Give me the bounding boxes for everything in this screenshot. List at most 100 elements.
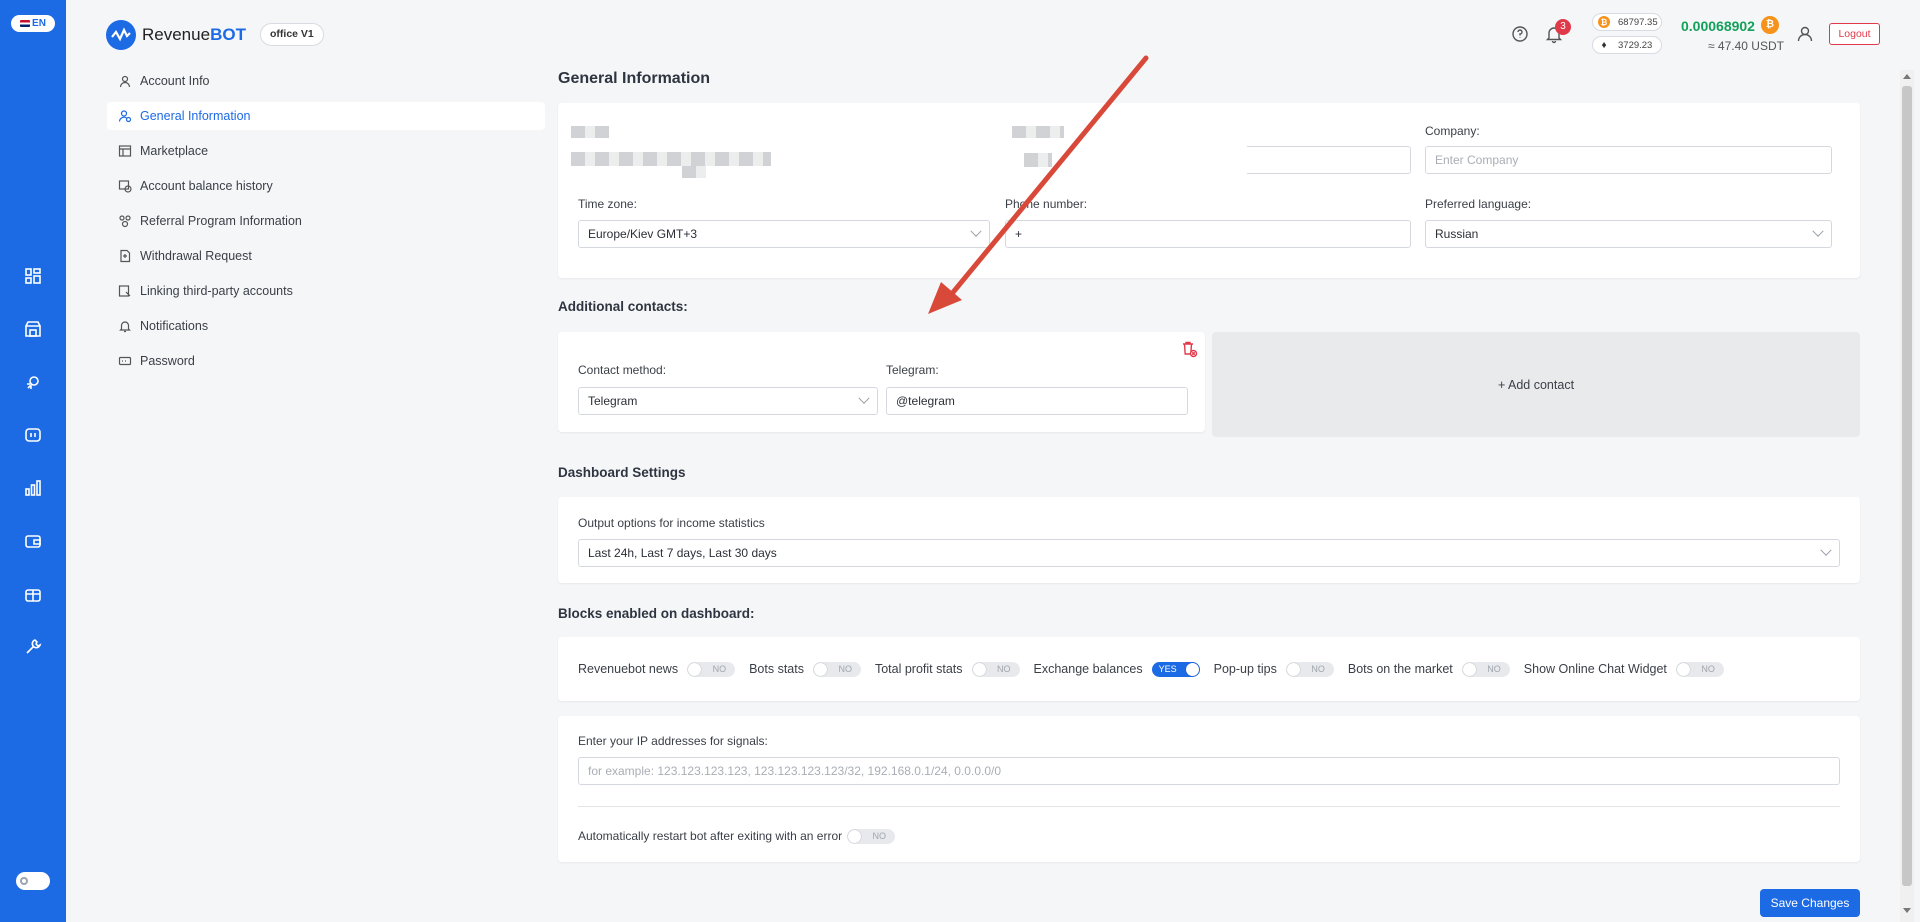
dashboard-settings-title: Dashboard Settings	[558, 465, 686, 480]
toggle-label-news: Revenuebot news	[578, 662, 679, 676]
left-rail: EN	[0, 0, 66, 922]
history-icon	[118, 180, 132, 193]
contact-method-label: Contact method:	[578, 363, 667, 377]
sun-icon	[20, 877, 28, 885]
toggle-auto-restart[interactable]: NO	[847, 829, 895, 844]
general-info-card: Company: Enter Company Time zone: Europe…	[558, 103, 1860, 278]
redacted-label	[1012, 126, 1064, 138]
btc-price-pill: ₿ 68797.35	[1592, 13, 1662, 31]
ethereum-icon: ♦	[1598, 39, 1610, 51]
terminal-icon[interactable]	[22, 424, 44, 446]
uk-flag-icon	[20, 20, 31, 27]
additional-contacts-title: Additional contacts:	[558, 299, 688, 314]
eth-price: 3729.23	[1618, 39, 1653, 51]
revenuebot-logo-icon	[106, 20, 136, 50]
brand-name: RevenueBOT	[142, 25, 246, 44]
redacted-value	[1024, 153, 1052, 167]
chevron-down-icon	[1812, 225, 1824, 237]
delete-contact-icon[interactable]	[1180, 340, 1198, 358]
dashboard-icon[interactable]	[22, 265, 44, 287]
store-icon[interactable]	[22, 318, 44, 340]
toggle-bots-market[interactable]: NO	[1461, 661, 1510, 677]
support-chat-icon[interactable]	[1510, 24, 1530, 44]
toggle-label-chat-widget: Show Online Chat Widget	[1523, 662, 1667, 676]
blocks-enabled-title: Blocks enabled on dashboard:	[558, 606, 755, 621]
page-title: General Information	[558, 70, 711, 87]
output-options-select[interactable]: Last 24h, Last 7 days, Last 30 days	[578, 539, 1840, 567]
scroll-up-arrow-icon[interactable]	[1903, 74, 1911, 79]
brand[interactable]: RevenueBOT	[106, 20, 246, 50]
toggle-total-profit[interactable]: NO	[971, 661, 1020, 677]
scroll-down-arrow-icon[interactable]	[1903, 908, 1911, 913]
referral-icon	[119, 215, 131, 228]
btc-balance-icon: ₿	[1761, 16, 1779, 34]
language-switcher[interactable]: EN	[11, 15, 55, 32]
chevron-down-icon	[970, 225, 982, 237]
office-version-badge[interactable]: office V1	[260, 23, 324, 46]
wallet-icon[interactable]	[22, 530, 44, 552]
redacted-field[interactable]	[1247, 146, 1411, 174]
company-input[interactable]: Enter Company	[1425, 146, 1832, 174]
chevron-down-icon	[858, 392, 870, 404]
wrench-icon[interactable]	[22, 636, 44, 658]
signals-card: Enter your IP addresses for signals: for…	[558, 716, 1860, 862]
balance-usdt: ≈ 47.40 USDT	[1708, 39, 1784, 53]
phone-label: Phone number:	[1005, 197, 1088, 211]
toggle-chat-widget[interactable]: NO	[1675, 661, 1724, 677]
withdrawal-icon	[120, 249, 131, 263]
menu-item-balance-history[interactable]: Account balance history	[107, 172, 545, 200]
redacted-label	[571, 126, 609, 138]
add-contact-button[interactable]: + Add contact	[1212, 332, 1860, 437]
toggle-news[interactable]: NO	[687, 661, 736, 677]
menu-item-general-information[interactable]: General Information	[107, 102, 545, 130]
menu-item-referral-program[interactable]: Referral Program Information	[107, 207, 545, 235]
user-settings-icon	[118, 110, 132, 123]
menu-item-marketplace[interactable]: Marketplace	[107, 137, 545, 165]
scrollbar-thumb[interactable]	[1902, 86, 1912, 886]
dashboard-block-toggles: Revenuebot news NO Bots stats NO Total p…	[578, 660, 1738, 678]
menu-item-password[interactable]: Password	[107, 347, 545, 375]
toggle-bots-stats[interactable]: NO	[812, 661, 861, 677]
language-select[interactable]: Russian	[1425, 220, 1832, 248]
toggle-label-total-profit: Total profit stats	[874, 662, 963, 676]
bots-icon[interactable]	[22, 371, 44, 393]
menu-item-account-info[interactable]: Account Info	[107, 67, 545, 95]
menu-item-notifications[interactable]: Notifications	[107, 312, 545, 340]
balance-btc: 0.00068902	[1681, 18, 1755, 34]
gift-icon[interactable]	[22, 583, 44, 605]
btc-price: 68797.35	[1618, 16, 1658, 28]
output-options-label: Output options for income statistics	[578, 516, 765, 530]
theme-toggle[interactable]	[16, 872, 50, 890]
bell-icon	[119, 321, 131, 333]
menu-item-linking-accounts[interactable]: Linking third-party accounts	[107, 277, 545, 305]
notification-count-badge: 3	[1555, 19, 1571, 35]
menu-item-withdrawal-request[interactable]: Withdrawal Request	[107, 242, 545, 270]
language-label: Preferred language:	[1425, 197, 1532, 211]
link-icon	[118, 285, 131, 297]
language-code: EN	[32, 18, 46, 29]
toggle-label-exchange-balances: Exchange balances	[1033, 662, 1143, 676]
redacted-value	[682, 166, 706, 178]
contact-method-select[interactable]: Telegram	[578, 387, 878, 415]
toggle-label-bots-market: Bots on the market	[1347, 662, 1453, 676]
toggle-label-bots-stats: Bots stats	[749, 662, 804, 676]
phone-input[interactable]: +	[1005, 220, 1411, 248]
eth-price-pill: ♦ 3729.23	[1592, 36, 1662, 54]
telegram-input[interactable]: @telegram	[886, 387, 1188, 415]
contact-card: Contact method: Telegram Telegram: @tele…	[558, 332, 1205, 432]
telegram-label: Telegram:	[886, 363, 939, 377]
redacted-value	[571, 152, 771, 166]
toggle-exchange-balances[interactable]: YES	[1151, 661, 1200, 677]
toggle-label-popup-tips: Pop-up tips	[1213, 662, 1277, 676]
toggle-popup-tips[interactable]: NO	[1285, 661, 1334, 677]
chevron-down-icon	[1820, 544, 1832, 556]
profile-icon[interactable]	[1795, 24, 1815, 44]
dashboard-settings-card: Output options for income statistics Las…	[558, 497, 1860, 583]
ip-addresses-input[interactable]: for example: 123.123.123.123, 123.123.12…	[578, 757, 1840, 785]
save-changes-button[interactable]: Save Changes	[1760, 889, 1860, 917]
ip-addresses-label: Enter your IP addresses for signals:	[578, 734, 768, 748]
logout-button[interactable]: Logout	[1829, 23, 1880, 45]
company-label: Company:	[1425, 124, 1480, 138]
statistics-icon[interactable]	[22, 477, 44, 499]
timezone-select[interactable]: Europe/Kiev GMT+3	[578, 220, 990, 248]
